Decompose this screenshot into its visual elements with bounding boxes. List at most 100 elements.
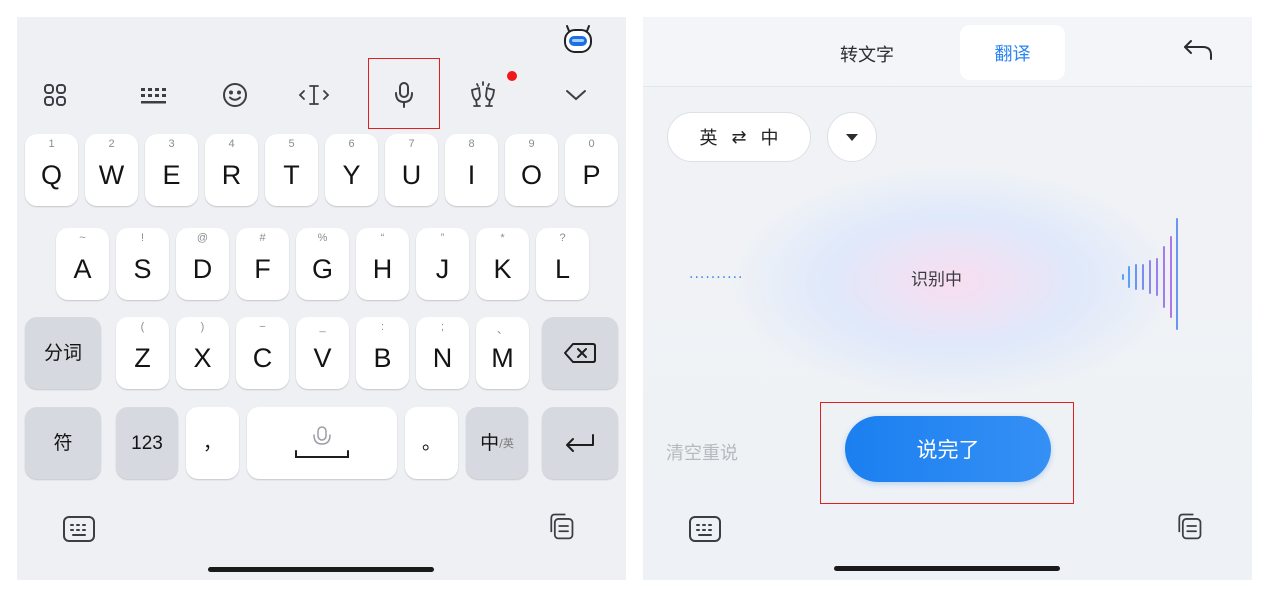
clipboard-icon[interactable] xyxy=(544,511,578,541)
key-i[interactable]: 8I xyxy=(445,134,498,206)
audio-waveform-icon xyxy=(1122,218,1178,330)
key-v[interactable]: _ V xyxy=(296,317,349,389)
key-e[interactable]: 3E xyxy=(145,134,198,206)
comma-key[interactable]: ， xyxy=(186,407,239,479)
language-dropdown-button[interactable] xyxy=(827,112,877,162)
keyboard-switch-icon[interactable] xyxy=(688,514,722,544)
key-u[interactable]: 7U xyxy=(385,134,438,206)
key-x[interactable]: ) X xyxy=(176,317,229,389)
language-pair-selector[interactable]: 英 ⇄ 中 xyxy=(667,112,811,162)
key-y[interactable]: 6Y xyxy=(325,134,378,206)
key-g[interactable]: % G xyxy=(296,228,349,300)
symbols-key[interactable]: 符 xyxy=(25,407,101,479)
key-label: 。 xyxy=(421,432,441,454)
key-sub-label: : xyxy=(380,321,385,333)
key-r[interactable]: 4R xyxy=(205,134,258,206)
key-sub-label: % xyxy=(317,232,328,244)
key-label: W xyxy=(98,159,125,190)
key-label: I xyxy=(467,159,476,190)
enter-key[interactable] xyxy=(542,407,618,479)
voice-translate-panel: 转文字 翻译 英 ⇄ 中 ·········· 识别中 清空重说 说完了 xyxy=(643,17,1252,580)
language-switch-key[interactable]: 中/英 xyxy=(466,407,528,479)
key-f[interactable]: # F xyxy=(236,228,289,300)
key-label: Y xyxy=(342,159,361,190)
backspace-key[interactable] xyxy=(542,317,618,389)
key-sub-label: * xyxy=(500,232,505,244)
collapse-chevron-icon[interactable] xyxy=(556,77,596,113)
key-n[interactable]: ; N xyxy=(416,317,469,389)
key-d[interactable]: @ D xyxy=(176,228,229,300)
key-sub-label: ( xyxy=(140,321,145,333)
clear-and-retry-button[interactable]: 清空重说 xyxy=(666,439,738,465)
cheers-icon[interactable] xyxy=(463,77,503,113)
voice-header: 转文字 翻译 xyxy=(643,17,1252,87)
key-o[interactable]: 9O xyxy=(505,134,558,206)
key-sub-label: “ xyxy=(380,232,385,244)
key-label: O xyxy=(520,159,542,190)
tab-translate[interactable]: 翻译 xyxy=(960,25,1065,80)
cursor-move-icon[interactable] xyxy=(294,77,334,113)
source-language: 英 xyxy=(699,128,718,149)
key-label: L xyxy=(554,253,571,284)
key-label: T xyxy=(283,159,300,190)
key-sub-label: 5 xyxy=(288,138,295,150)
key-c[interactable]: − C xyxy=(236,317,289,389)
mascot-icon[interactable] xyxy=(563,25,593,53)
key-q[interactable]: 1Q xyxy=(25,134,78,206)
key-label: H xyxy=(372,253,393,284)
enter-icon xyxy=(566,434,594,452)
emoji-icon[interactable] xyxy=(215,77,255,113)
keyboard-switch-icon[interactable] xyxy=(62,514,96,544)
key-label: 分词 xyxy=(43,342,82,364)
key-label: C xyxy=(252,342,273,373)
key-m[interactable]: 、 M xyxy=(476,317,529,389)
clipboard-icon[interactable] xyxy=(1172,511,1206,541)
key-sub-label: 0 xyxy=(588,138,595,150)
key-w[interactable]: 2W xyxy=(85,134,138,206)
keyboard-layout-icon[interactable] xyxy=(134,77,174,113)
key-k[interactable]: * K xyxy=(476,228,529,300)
key-j[interactable]: ” J xyxy=(416,228,469,300)
key-l[interactable]: ? L xyxy=(536,228,589,300)
key-sub-label: 8 xyxy=(468,138,475,150)
key-label: F xyxy=(254,253,271,284)
key-label: 123 xyxy=(131,432,163,454)
done-speaking-button[interactable]: 说完了 xyxy=(845,416,1051,482)
key-label: Q xyxy=(40,159,62,190)
key-a[interactable]: ~ A xyxy=(56,228,109,300)
period-key[interactable]: 。 xyxy=(405,407,458,479)
key-p[interactable]: 0P xyxy=(565,134,618,206)
microphone-icon[interactable] xyxy=(384,77,424,113)
apps-grid-icon[interactable] xyxy=(35,77,75,113)
swap-language-icon[interactable]: ⇄ xyxy=(731,127,746,148)
key-label: U xyxy=(401,159,422,190)
key-label: ， xyxy=(202,432,222,454)
key-label: 符 xyxy=(53,432,73,454)
key-label: S xyxy=(133,253,152,284)
key-sub-label: 1 xyxy=(48,138,55,150)
key-label: 中 xyxy=(480,432,500,454)
tab-transcribe[interactable]: 转文字 xyxy=(840,41,894,67)
recognizing-status: 识别中 xyxy=(911,270,962,290)
key-sub-label: ? xyxy=(559,232,566,244)
backspace-icon xyxy=(564,343,596,363)
key-sub-label: ! xyxy=(140,232,145,244)
key-b[interactable]: :B xyxy=(356,317,409,389)
key-sub-label: 7 xyxy=(408,138,415,150)
space-mic-icon xyxy=(295,426,349,458)
space-key[interactable] xyxy=(247,407,397,479)
key-z[interactable]: (Z xyxy=(116,317,169,389)
key-s[interactable]: ! S xyxy=(116,228,169,300)
key-sub-label: /英 xyxy=(499,437,514,450)
key-h[interactable]: “H xyxy=(356,228,409,300)
key-label: R xyxy=(221,159,242,190)
target-language: 中 xyxy=(760,128,779,149)
back-arrow-icon[interactable] xyxy=(1181,35,1215,65)
numbers-key[interactable]: 123 xyxy=(116,407,178,479)
key-label: G xyxy=(311,253,333,284)
segment-key[interactable]: 分词 xyxy=(25,317,101,389)
key-sub-label: 3 xyxy=(168,138,175,150)
key-t[interactable]: 5T xyxy=(265,134,318,206)
key-sub-label: 6 xyxy=(348,138,355,150)
key-label: Z xyxy=(134,342,151,373)
